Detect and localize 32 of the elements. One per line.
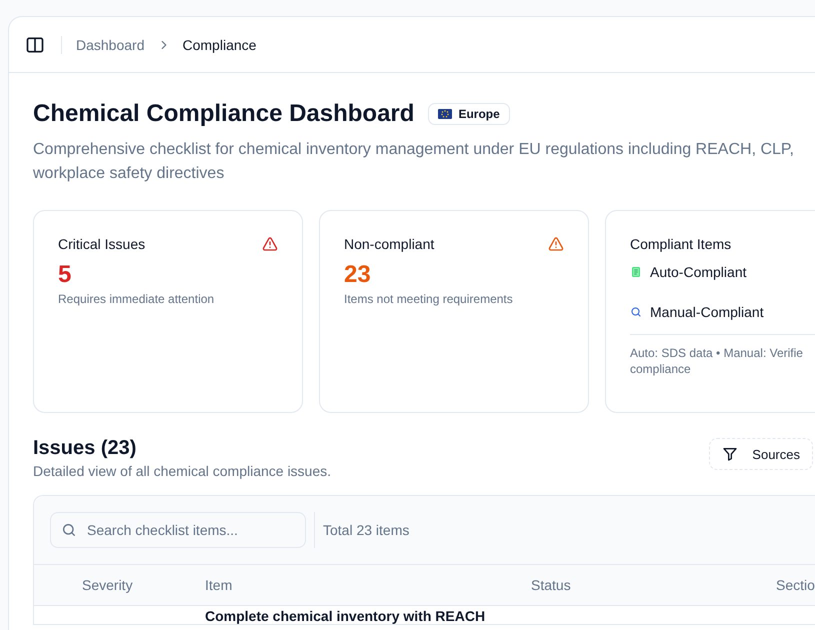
table-cell-text: Complete chemical inventory with REACH <box>205 608 486 624</box>
legend-note: Auto: SDS data • Manual: Verifie compliance <box>630 334 815 377</box>
column-header[interactable]: Status <box>531 577 776 593</box>
legend-label: Manual-Compliant <box>650 304 764 320</box>
section-title: Issues (23) <box>33 436 138 460</box>
stat-value: 23 <box>344 262 372 288</box>
card-title: Critical Issues <box>58 236 146 252</box>
item-count: Total 23 items <box>323 522 410 538</box>
sidebar-toggle-button[interactable] <box>25 34 45 54</box>
stat-value: 5 <box>58 262 72 288</box>
flag-icon <box>438 109 452 119</box>
card-title: Non-compliant <box>344 236 434 252</box>
legend-label: Auto-Compliant <box>650 264 746 280</box>
page-title: Chemical Compliance Dashboard <box>33 99 414 129</box>
column-header[interactable]: Sectio <box>776 577 815 593</box>
search-field[interactable]: Search checklist items... <box>85 521 295 539</box>
search-box[interactable]: Search checklist items... <box>50 512 306 548</box>
search-icon <box>630 306 642 318</box>
panel-icon <box>25 34 45 54</box>
region-badge: Europe <box>428 103 510 125</box>
breadcrumb-link[interactable]: Dashboard <box>76 36 144 52</box>
stat-caption: Requires immediate attention <box>58 292 216 306</box>
stat-caption: Items not meeting requirements <box>344 292 514 306</box>
filter-icon <box>722 446 738 462</box>
search-icon <box>61 522 77 538</box>
document-icon <box>630 266 642 278</box>
section-description: Detailed view of all chemical compliance issues. <box>33 463 332 479</box>
card-title: Compliant Items <box>630 236 732 252</box>
sources-filter-button[interactable]: Sources <box>709 438 813 470</box>
column-header[interactable]: Severity <box>34 577 205 593</box>
column-header[interactable]: Item <box>205 577 531 593</box>
page-description: Comprehensive checklist for chemical inventory management under EU regulations including REACH, CLP, workplace safety directives <box>33 140 795 184</box>
